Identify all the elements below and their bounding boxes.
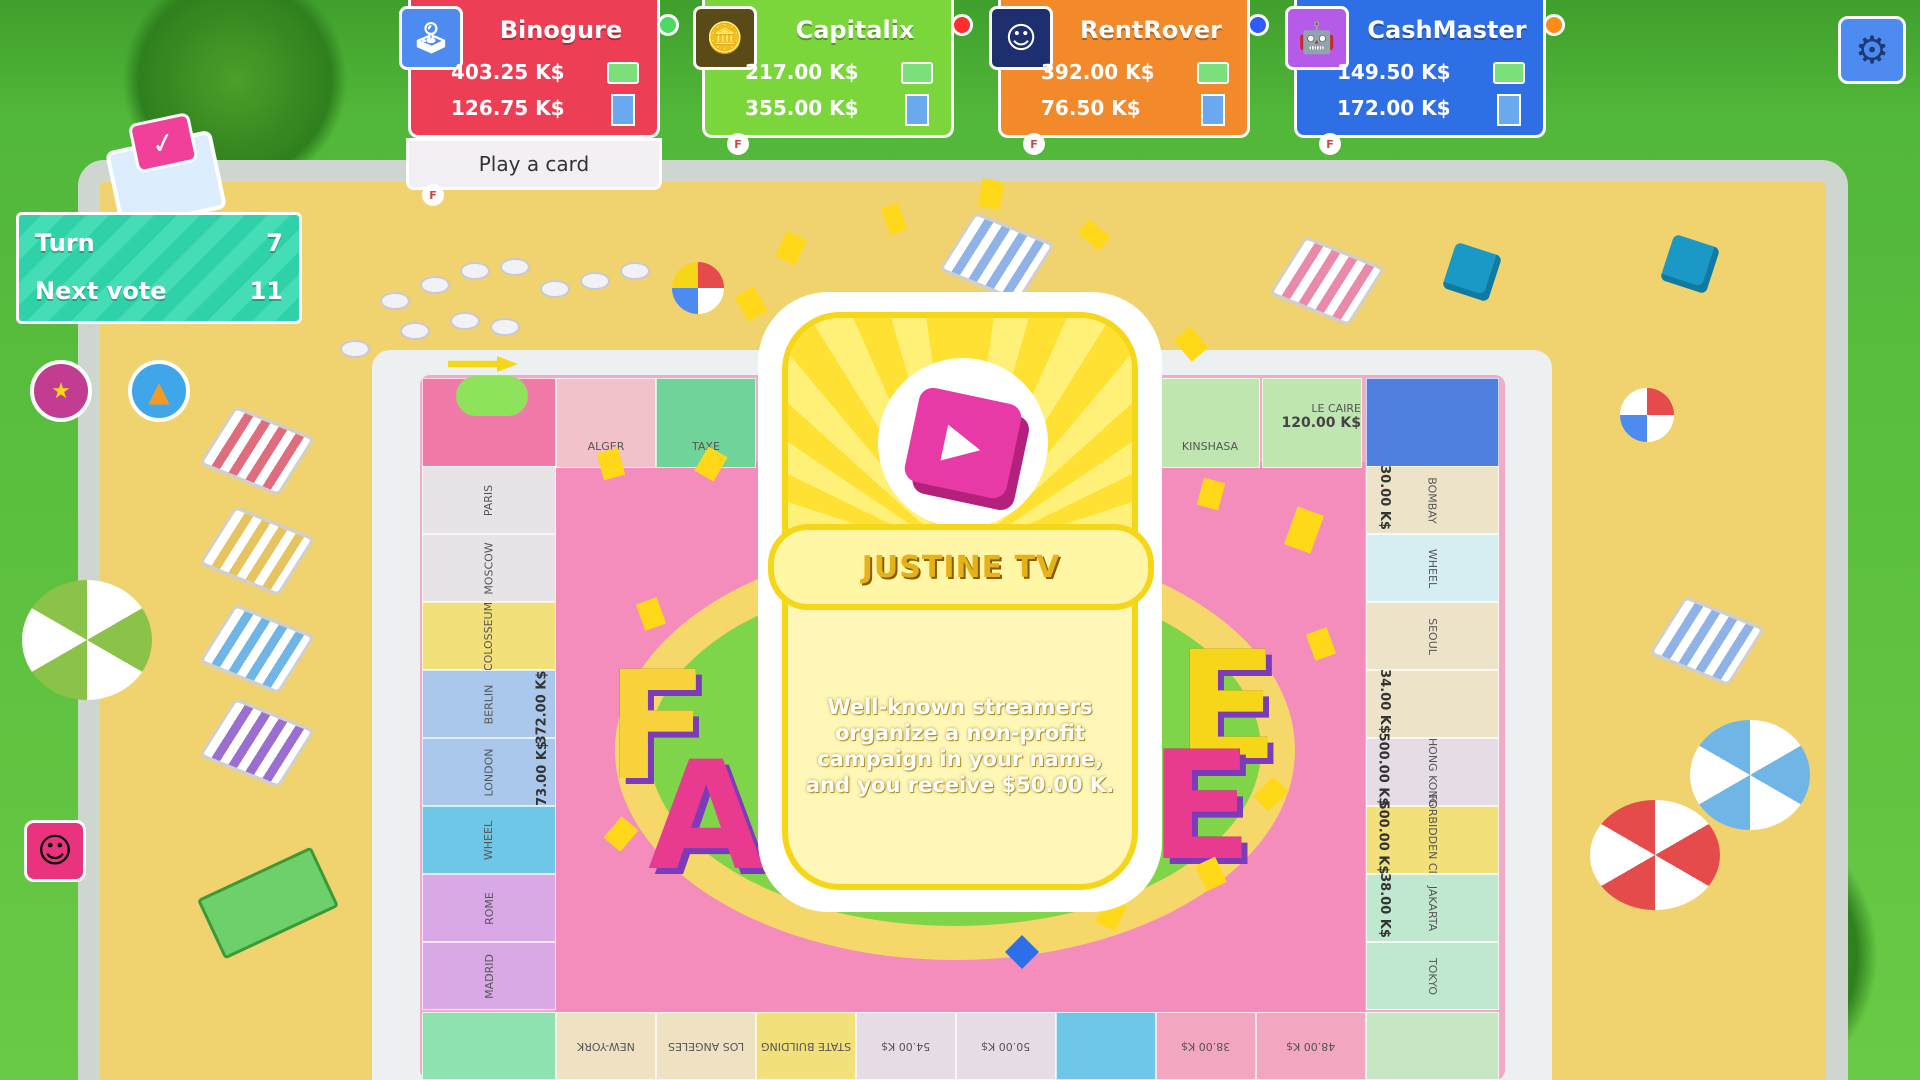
player-assets: 126.75 K$ bbox=[451, 96, 565, 120]
board-tile-bottom: 54.00 K$ bbox=[856, 1012, 956, 1080]
token-coin bbox=[450, 312, 480, 330]
board-tile-bottom: 38.00 K$ bbox=[1156, 1012, 1256, 1080]
player-card-rentrover[interactable]: ☺ RentRover 392.00 K$ 76.50 K$ F bbox=[989, 0, 1269, 155]
tile-price: 30.00 K$ bbox=[1376, 465, 1392, 530]
token-coin bbox=[400, 322, 430, 340]
board-tile-left: WHEEL bbox=[422, 806, 556, 874]
play-card-button[interactable]: Play a card bbox=[406, 138, 662, 190]
board-corner-bottom-right bbox=[1366, 1012, 1499, 1080]
festival-button[interactable]: ★ bbox=[30, 360, 92, 422]
board-tile-right: TOKYO bbox=[1366, 942, 1499, 1010]
board-tile-right: SEOUL bbox=[1366, 602, 1499, 670]
pin-icon: F bbox=[422, 184, 444, 206]
board-tile-top: KINSHASA bbox=[1160, 378, 1260, 468]
piggy-bank-icon bbox=[456, 376, 528, 416]
gear-icon: ⚙ bbox=[1854, 28, 1890, 72]
pin-icon: F bbox=[1023, 133, 1045, 155]
settings-button[interactable]: ⚙ bbox=[1838, 16, 1906, 84]
board-corner-top-right bbox=[1366, 378, 1499, 468]
token-coin bbox=[490, 318, 520, 336]
board-tile-bottom: NEW-YORK bbox=[556, 1012, 656, 1080]
player-money: 149.50 K$ bbox=[1337, 60, 1451, 84]
beach-ball bbox=[672, 262, 724, 314]
next-vote-value: 11 bbox=[249, 277, 283, 305]
player-status-dot bbox=[657, 14, 679, 36]
festival-badge-icon: ★ bbox=[51, 378, 71, 404]
board-tile-bottom: 50.00 K$ bbox=[956, 1012, 1056, 1080]
tile-price: 500.00 K$ bbox=[1375, 800, 1391, 875]
board-tile-left: PARIS bbox=[422, 466, 556, 534]
tile-price: 372.00 K$ bbox=[534, 670, 550, 745]
player-money: 392.00 K$ bbox=[1041, 60, 1155, 84]
board-corner-bottom-left bbox=[422, 1012, 556, 1080]
player-card-binogure[interactable]: 🕹 Binogure 403.25 K$ 126.75 K$ bbox=[399, 0, 679, 138]
board-tile-left: ROME bbox=[422, 874, 556, 942]
token-coin bbox=[540, 280, 570, 298]
token-coin bbox=[580, 272, 610, 290]
player-name: Capitalix bbox=[795, 16, 915, 44]
turn-value: 7 bbox=[266, 229, 283, 257]
board-tile-right: WHEEL bbox=[1366, 534, 1499, 602]
pyramid-button[interactable]: ▲ bbox=[128, 360, 190, 422]
player-status-dot bbox=[1543, 14, 1565, 36]
tile-price: 73.00 K$ bbox=[534, 741, 550, 806]
tile-price: 34.00 K$ bbox=[1376, 669, 1392, 734]
player-card-capitalix[interactable]: 🪙 Capitalix 217.00 K$ 355.00 K$ F bbox=[693, 0, 973, 155]
cash-icon bbox=[1493, 62, 1525, 84]
token-coin bbox=[340, 340, 370, 358]
beach-umbrella bbox=[1690, 720, 1810, 830]
building-icon bbox=[1497, 94, 1521, 126]
pin-icon: F bbox=[1319, 133, 1341, 155]
player-money: 217.00 K$ bbox=[745, 60, 859, 84]
cash-icon bbox=[607, 62, 639, 84]
smiley-icon: ☺ bbox=[37, 831, 73, 871]
play-button-icon: ▶ bbox=[902, 385, 1024, 501]
building-icon bbox=[1201, 94, 1225, 126]
board-tile-left: COLOSSEUM bbox=[422, 601, 556, 671]
turn-label: Turn bbox=[35, 229, 95, 257]
player-assets: 76.50 K$ bbox=[1041, 96, 1141, 120]
token-coin bbox=[500, 258, 530, 276]
player-assets: 172.00 K$ bbox=[1337, 96, 1451, 120]
player-name: Binogure bbox=[499, 16, 623, 44]
token-coin bbox=[380, 292, 410, 310]
player-status-dot bbox=[951, 14, 973, 36]
tile-price: 500.00 K$ bbox=[1375, 732, 1391, 807]
pin-icon: F bbox=[727, 133, 749, 155]
token-coin bbox=[620, 262, 650, 280]
turn-panel: Turn 7 Next vote 11 bbox=[16, 212, 302, 324]
token-coin bbox=[420, 276, 450, 294]
building-icon bbox=[611, 94, 635, 126]
player-name: RentRover bbox=[1079, 16, 1223, 44]
player-card-cashmaster[interactable]: 🤖 CashMaster 149.50 K$ 172.00 K$ F bbox=[1285, 0, 1565, 155]
building-icon bbox=[905, 94, 929, 126]
cash-icon bbox=[1197, 62, 1229, 84]
board-tile-left: MOSCOW bbox=[422, 534, 556, 602]
cash-icon bbox=[901, 62, 933, 84]
event-card-title: JUSTINE TV bbox=[768, 524, 1154, 610]
player-assets: 355.00 K$ bbox=[745, 96, 859, 120]
board-tile-top: LE CAIRE 120.00 K$ bbox=[1262, 378, 1362, 468]
player-name: CashMaster bbox=[1367, 16, 1527, 44]
event-icon-circle: ▶ bbox=[878, 358, 1048, 528]
board-tile-bottom bbox=[1056, 1012, 1156, 1080]
board-tile-bottom: STATE BUILDING bbox=[756, 1012, 856, 1080]
tile-price: 38.00 K$ bbox=[1376, 873, 1392, 938]
beach-umbrella bbox=[1590, 800, 1720, 910]
board-logo-letter: A bbox=[648, 730, 764, 904]
beach-umbrella bbox=[22, 580, 152, 700]
beach-ball bbox=[1620, 388, 1674, 442]
player-money: 403.25 K$ bbox=[451, 60, 565, 84]
token-coin bbox=[460, 262, 490, 280]
board-tile-bottom: LOS ANGELES bbox=[656, 1012, 756, 1080]
board-tile-bottom: 48.00 K$ bbox=[1256, 1012, 1366, 1080]
pyramid-icon: ▲ bbox=[148, 374, 170, 408]
board-tile-left: MADRID bbox=[422, 942, 556, 1010]
player-status-dot bbox=[1247, 14, 1269, 36]
next-vote-label: Next vote bbox=[35, 277, 167, 305]
event-card-description: Well-known streamers organize a non-prof… bbox=[805, 695, 1115, 797]
emoji-button[interactable]: ☺ bbox=[24, 820, 86, 882]
